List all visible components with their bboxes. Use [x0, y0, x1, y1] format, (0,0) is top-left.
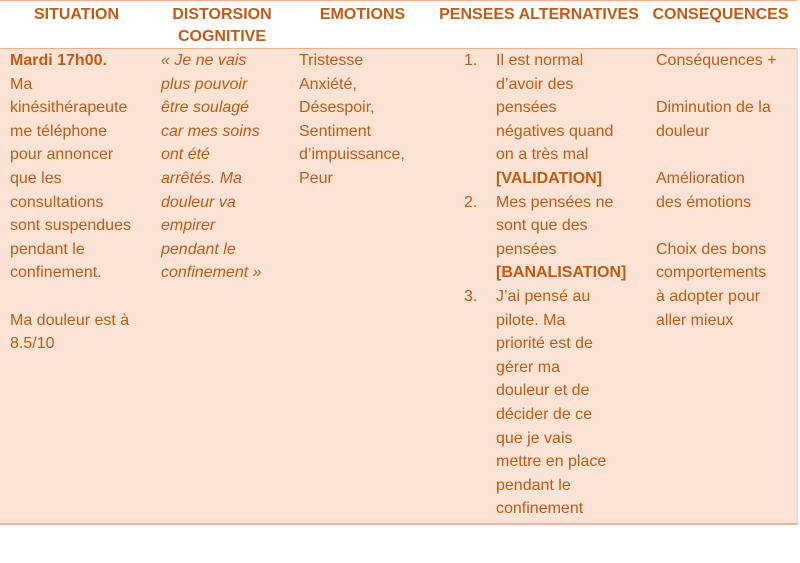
emotion-line: Tristesse	[299, 52, 364, 69]
distorsion-text: « Je ne vais plus pouvoir être soulagé car …	[161, 49, 291, 285]
consequence-group: Diminution de la douleur	[656, 96, 796, 143]
cell-pensees: 1. Il est normal d’avoir des pensées négativ…	[434, 48, 644, 525]
pensee-item: 2. Mes pensées ne sont que des pensées [BANA…	[434, 191, 644, 285]
situation-line: me téléphone	[10, 122, 107, 140]
distorsion-line: empirer	[161, 217, 216, 235]
consequence-line: Choix des bons	[656, 240, 767, 258]
cell-distorsion: « Je ne vais plus pouvoir être soulagé car …	[153, 48, 291, 525]
pensee-line: J’ai pensé au	[496, 287, 591, 305]
header-situation: SITUATION	[0, 0, 153, 49]
distorsion-line: douleur va	[161, 193, 236, 211]
distorsion-line: confinement »	[161, 264, 262, 282]
pensee-line: sont que des	[496, 217, 588, 235]
pensee-item: 1. Il est normal d’avoir des pensées négativ…	[434, 49, 644, 191]
pensee-line: pendant le	[496, 476, 571, 494]
pensee-line: douleur et de	[496, 382, 590, 400]
consequence-line: aller mieux	[656, 311, 734, 329]
distorsion-line: car mes soins	[161, 122, 260, 140]
situation-line: kinésithérapeute	[10, 99, 128, 117]
header-emotions: EMOTIONS	[291, 0, 434, 49]
consequence-group: Conséquences +	[656, 49, 796, 73]
pensee-line: que je vais	[496, 429, 573, 447]
pain-line: Ma douleur est à	[10, 311, 130, 329]
header-situation-label: SITUATION	[33, 6, 120, 23]
pensee-line: pensées	[496, 240, 557, 258]
pensee-line: gérer ma	[496, 358, 561, 376]
situation-line: confinement.	[10, 264, 102, 282]
situation-line: pendant le	[10, 240, 85, 258]
pensee-line: décider de ce	[496, 405, 593, 423]
consequence-line: comportements	[656, 264, 767, 282]
distorsion-line: pendant le	[161, 240, 236, 258]
emotion-line: Désespoir,	[299, 99, 375, 117]
distorsion-line: être soulagé	[161, 99, 250, 117]
consequence-line: Diminution de la	[656, 99, 771, 117]
consequence-group: Choix des bons comportements à adopter pou…	[656, 238, 796, 332]
situation-line: que les	[10, 169, 62, 187]
pain-level-text: Ma douleur est à 8.5/10	[10, 309, 153, 356]
header-distorsion-line2: COGNITIVE	[177, 28, 266, 45]
emotion-line: d’impuissance,	[299, 146, 405, 164]
pensee-line: d’avoir des	[496, 75, 574, 93]
pensee-line: Il est normal	[496, 52, 584, 69]
table-row: Mardi 17h00. Ma kinésithérapeute me téléph…	[0, 48, 798, 525]
distorsion-line: plus pouvoir	[161, 75, 248, 93]
consequence-line: douleur	[656, 122, 710, 140]
consequence-group: Amélioration des émotions	[656, 167, 796, 214]
consequence-line: des émotions	[656, 193, 752, 211]
pensee-number: 1.	[464, 52, 478, 69]
header-distorsion: DISTORSION COGNITIVE	[153, 0, 291, 49]
distorsion-line: ont été	[161, 146, 210, 164]
header-pensees: PENSEES ALTERNATIVES	[434, 0, 644, 49]
situation-time: Mardi 17h00.	[10, 52, 107, 69]
header-consequences-label: CONSEQUENCES	[652, 6, 789, 23]
pensee-number: 3.	[464, 287, 478, 305]
pain-line: 8.5/10	[10, 335, 55, 353]
pensee-item: 3. J’ai pensé au pilote. Ma priorité est de…	[434, 285, 644, 521]
situation-line: consultations	[10, 193, 104, 211]
emotions-text: Tristesse Anxiété, Désespoir, Sentiment d’im…	[299, 49, 434, 191]
pensees-list: 1. Il est normal d’avoir des pensées négativ…	[434, 49, 644, 521]
consequence-line: Conséquences +	[656, 52, 777, 69]
pensee-line: pensées	[496, 99, 557, 117]
header-consequences: CONSEQUENCES	[644, 0, 797, 49]
situation-line: Ma	[10, 75, 33, 93]
pensee-tag: [VALIDATION]	[496, 169, 603, 187]
pensee-tag: [BANALISATION]	[496, 264, 627, 282]
pensee-line: on a très mal	[496, 146, 589, 164]
header-pensees-label: PENSEES ALTERNATIVES	[439, 6, 639, 23]
situation-line: pour annoncer	[10, 146, 114, 164]
consequence-line: Amélioration	[656, 169, 745, 187]
situation-text: Ma kinésithérapeute me téléphone pour annon…	[10, 73, 153, 285]
pensee-line: négatives quand	[496, 122, 614, 140]
distorsion-line: arrêtés. Ma	[161, 169, 242, 187]
pensee-number: 2.	[464, 193, 478, 211]
cognitive-restructuring-table: SITUATION DISTORSION COGNITIVE EMOTIONS P…	[0, 0, 798, 525]
distorsion-line: « Je ne vais	[161, 52, 247, 69]
consequences-text: Conséquences + Diminution de la douleur Amé…	[656, 49, 796, 332]
pensee-line: Mes pensées ne	[496, 193, 614, 211]
pensee-line: mettre en place	[496, 453, 607, 471]
consequence-line: à adopter pour	[656, 287, 761, 305]
cell-emotions: Tristesse Anxiété, Désespoir, Sentiment d’im…	[291, 48, 434, 525]
header-emotions-label: EMOTIONS	[319, 6, 406, 23]
pensee-line: priorité est de	[496, 335, 593, 353]
pensee-line: pilote. Ma	[496, 311, 566, 329]
pensee-line: confinement	[496, 500, 584, 518]
header-distorsion-line1: DISTORSION	[172, 6, 272, 23]
cell-situation: Mardi 17h00. Ma kinésithérapeute me téléph…	[0, 48, 153, 525]
situation-line: sont suspendues	[10, 217, 131, 235]
header-row: SITUATION DISTORSION COGNITIVE EMOTIONS P…	[0, 0, 797, 49]
cell-consequences: Conséquences + Diminution de la douleur Amé…	[644, 48, 798, 525]
emotion-line: Peur	[299, 169, 333, 187]
emotion-line: Anxiété,	[299, 75, 357, 93]
emotion-line: Sentiment	[299, 122, 372, 140]
